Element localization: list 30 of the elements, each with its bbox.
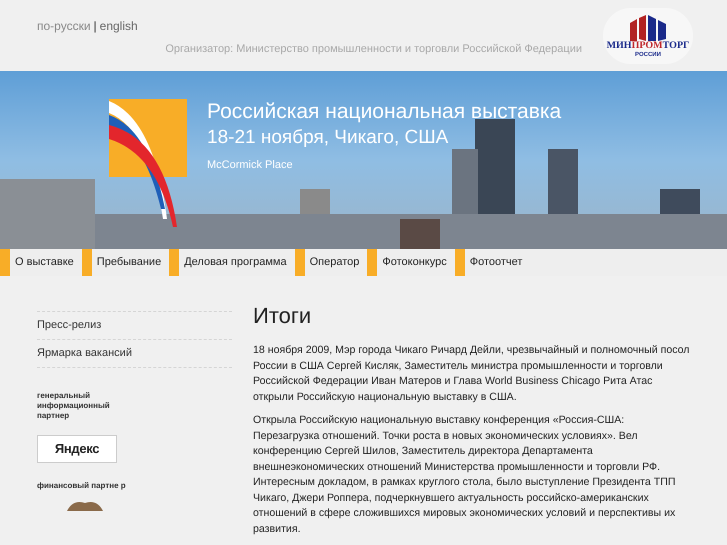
hero-title: Российская национальная выставка bbox=[207, 98, 562, 125]
nav-link[interactable]: Деловая программа bbox=[179, 249, 292, 276]
nav-marker bbox=[294, 249, 305, 276]
article-title: Итоги bbox=[253, 302, 312, 330]
logo-text: Яндекс bbox=[54, 440, 100, 458]
hero-venue: McCormick Place bbox=[207, 158, 294, 173]
language-link[interactable]: english bbox=[100, 17, 138, 35]
partner-label: генеральный информационный партнер bbox=[37, 391, 111, 421]
sidebar-link[interactable]: Ярмарка вакансий bbox=[37, 345, 132, 362]
logo-title: МИНПРОМТОРГ bbox=[606, 40, 690, 50]
separator: | bbox=[94, 18, 97, 35]
partner-logo[interactable]: Яндекс bbox=[37, 435, 117, 463]
nav-link[interactable]: О выставке bbox=[10, 249, 79, 276]
sidebar-link[interactable]: Пресс-релиз bbox=[37, 317, 102, 334]
exhibition-logo-icon bbox=[109, 98, 187, 227]
hero-subtitle: 18-21 ноября, Чикаго, США bbox=[207, 126, 450, 150]
nav-link[interactable]: Оператор bbox=[304, 249, 364, 276]
nav-marker bbox=[169, 249, 180, 276]
partner-label: финансовый партне р bbox=[37, 481, 127, 491]
nav-link[interactable]: Пребывание bbox=[92, 249, 166, 276]
organizer-text: Организатор: Министерство промышленности и торговли Российской Федерации bbox=[165, 42, 582, 57]
nav-marker bbox=[82, 249, 92, 276]
article-paragraph: 18 ноября 2009, Мэр города Чикаго Ричард Дейли, чрезвычайный и полномочный посол России в США Сергей Кисляк, Заместитель министра промышленности и торговли Российской Федерации Иван Матеров и Глава World Business Chicago Рита Атас открыли Российскую национальную выставку в США. bbox=[253, 343, 690, 404]
nav-link[interactable]: Фотоконкурс bbox=[377, 249, 452, 276]
nav-link[interactable]: Фотоотчет bbox=[464, 249, 528, 276]
article-paragraph: Открыла Российскую национальную выставку конференция «Россия-США: Перезагрузка отношений. Точки роста в новых экономических условиях». Вел конференцию Сергей Шилов, Заместитель директора Департамента внешнеэкономических отношений Министерства промышленности и торговли РФ. Интересным докладом, в рамках круглого стола, было выступление Президента ТПП Чикаго, Джери Роппера, подчеркнувшего актуальность российско-американских отношений в сфере сложившихся мировых экономических условий и перспективы их развития. bbox=[253, 413, 676, 536]
nav-marker bbox=[454, 249, 465, 276]
nav-marker bbox=[0, 249, 10, 276]
nav-marker bbox=[367, 249, 378, 276]
columns-icon bbox=[627, 14, 669, 40]
